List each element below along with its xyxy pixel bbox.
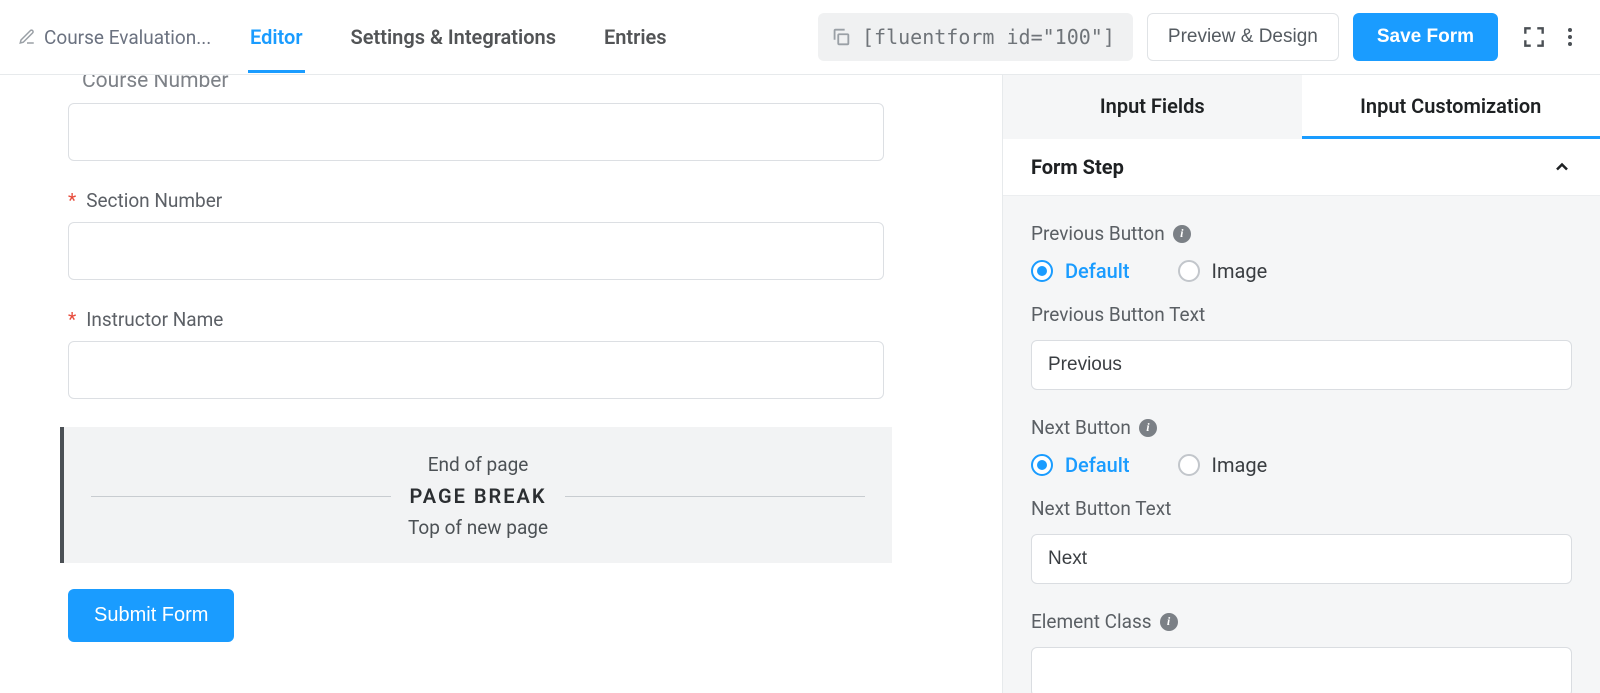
next-button-label: Next Button i — [1031, 416, 1572, 439]
previous-button-text-input[interactable] — [1031, 340, 1572, 390]
preview-design-button[interactable]: Preview & Design — [1147, 13, 1339, 61]
section-number-input[interactable] — [68, 222, 884, 280]
copy-icon — [830, 26, 852, 48]
instructor-name-input[interactable] — [68, 341, 884, 399]
radio-label: Image — [1212, 259, 1268, 283]
next-button-type: Default Image — [1031, 453, 1572, 477]
field-course-number[interactable]: Course Number — [68, 75, 942, 161]
tab-editor[interactable]: Editor — [248, 1, 305, 73]
form-canvas: Course Number Section Number Instructor … — [0, 75, 1002, 693]
fullscreen-button[interactable] — [1516, 19, 1552, 55]
page-break-element[interactable]: End of page PAGE BREAK Top of new page — [60, 427, 892, 563]
save-form-button[interactable]: Save Form — [1353, 13, 1498, 61]
tab-input-fields[interactable]: Input Fields — [1003, 75, 1302, 139]
pencil-icon — [18, 28, 36, 46]
next-image-radio[interactable]: Image — [1178, 453, 1268, 477]
course-number-input[interactable] — [68, 103, 884, 161]
form-title[interactable]: Course Evaluation... — [18, 26, 228, 49]
next-button-text-label: Next Button Text — [1031, 497, 1572, 520]
instructor-name-label: Instructor Name — [68, 308, 942, 331]
topbar: Course Evaluation... Editor Settings & I… — [0, 0, 1600, 75]
previous-button-text-label: Previous Button Text — [1031, 303, 1572, 326]
form-title-text: Course Evaluation... — [44, 26, 211, 49]
more-vertical-icon — [1558, 25, 1582, 49]
shortcode-text: [fluentform id="100"] — [862, 25, 1115, 49]
more-menu-button[interactable] — [1552, 19, 1588, 55]
info-icon[interactable]: i — [1139, 419, 1157, 437]
submit-form-button[interactable]: Submit Form — [68, 589, 234, 642]
page-break-top-text: Top of new page — [64, 516, 892, 539]
tab-settings-integrations[interactable]: Settings & Integrations — [349, 1, 558, 73]
previous-button-type: Default Image — [1031, 259, 1572, 283]
radio-label: Default — [1065, 453, 1130, 477]
page-break-end-text: End of page — [64, 453, 892, 476]
tab-input-customization[interactable]: Input Customization — [1302, 75, 1600, 139]
section-number-label: Section Number — [68, 189, 942, 212]
previous-default-radio[interactable]: Default — [1031, 259, 1130, 283]
radio-label: Image — [1212, 453, 1268, 477]
field-instructor-name[interactable]: Instructor Name — [68, 308, 942, 399]
expand-icon — [1521, 24, 1547, 50]
next-default-radio[interactable]: Default — [1031, 453, 1130, 477]
info-icon[interactable]: i — [1173, 225, 1191, 243]
field-section-number[interactable]: Section Number — [68, 189, 942, 280]
next-button-text-input[interactable] — [1031, 534, 1572, 584]
previous-button-label: Previous Button i — [1031, 222, 1572, 245]
next-button-label-text: Next Button — [1031, 416, 1131, 439]
element-class-input[interactable] — [1031, 647, 1572, 693]
shortcode-copy[interactable]: [fluentform id="100"] — [818, 13, 1133, 61]
course-number-label: Course Number — [68, 75, 942, 93]
info-icon[interactable]: i — [1160, 613, 1178, 631]
panel-title: Form Step — [1031, 155, 1124, 179]
panel-form-step-body: Previous Button i Default Image Previous… — [1003, 196, 1600, 693]
main-area: Course Number Section Number Instructor … — [0, 75, 1600, 693]
element-class-label: Element Class i — [1031, 610, 1572, 633]
radio-label: Default — [1065, 259, 1130, 283]
sidebar-tabs: Input Fields Input Customization — [1003, 75, 1600, 139]
panel-form-step-header[interactable]: Form Step — [1003, 139, 1600, 196]
page-break-title: PAGE BREAK — [391, 484, 564, 508]
tab-entries[interactable]: Entries — [602, 1, 669, 73]
chevron-up-icon — [1552, 157, 1572, 177]
main-tabs: Editor Settings & Integrations Entries — [248, 1, 669, 73]
sidebar: Input Fields Input Customization Form St… — [1002, 75, 1600, 693]
element-class-label-text: Element Class — [1031, 610, 1152, 633]
previous-image-radio[interactable]: Image — [1178, 259, 1268, 283]
previous-button-label-text: Previous Button — [1031, 222, 1165, 245]
